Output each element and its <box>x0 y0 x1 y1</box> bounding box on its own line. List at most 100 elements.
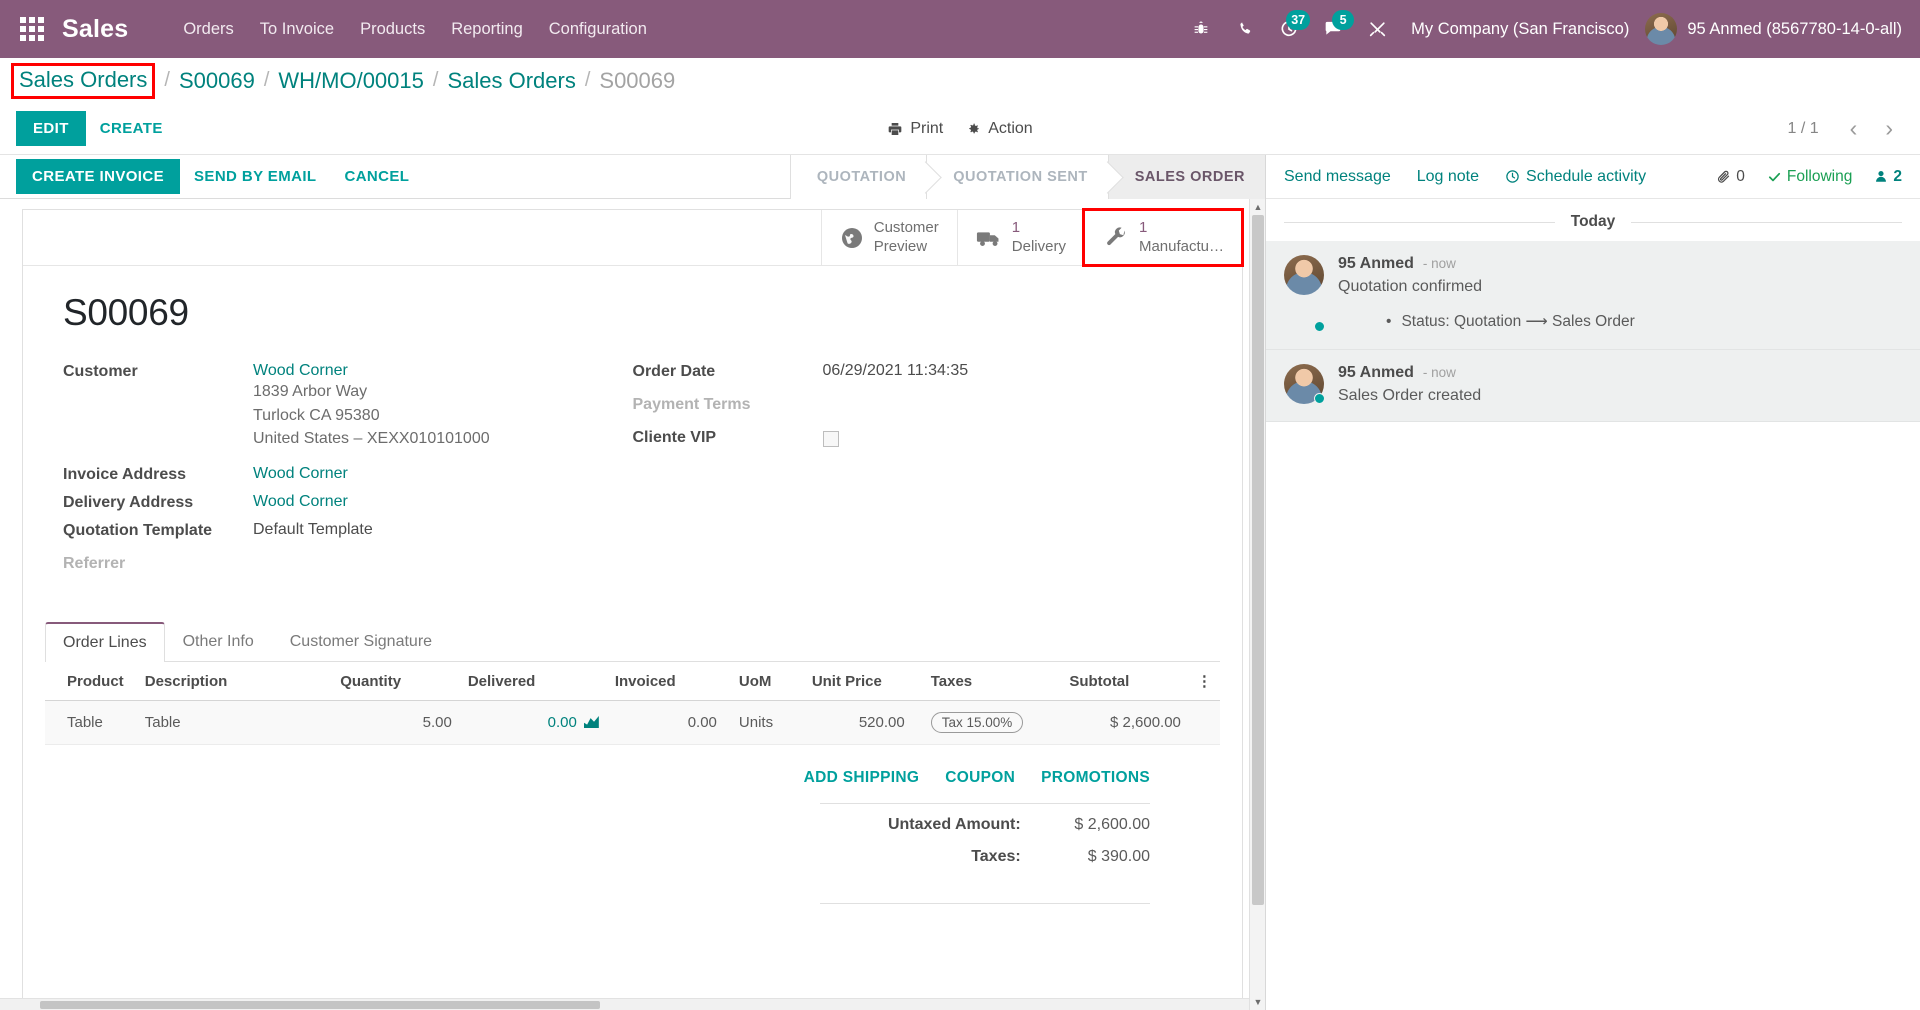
menu-to-invoice[interactable]: To Invoice <box>247 14 347 45</box>
field-value-quotation-template[interactable]: Default Template <box>253 521 373 539</box>
apps-grid-icon[interactable] <box>12 9 52 49</box>
create-button[interactable]: CREATE <box>86 111 177 146</box>
table-row[interactable]: Table Table 5.00 0.00 0.00 Units 520.00 <box>45 700 1220 746</box>
status-quotation-sent[interactable]: QUOTATION SENT <box>926 155 1108 199</box>
field-value-order-date[interactable]: 06/29/2021 11:34:35 <box>823 362 969 380</box>
cell-description[interactable]: Table <box>136 700 333 746</box>
column-options-icon[interactable]: ⋮ <box>1188 662 1220 702</box>
schedule-activity-button[interactable]: Schedule activity <box>1505 168 1646 186</box>
col-delivered[interactable]: Delivered <box>459 662 607 702</box>
user-menu[interactable]: 95 Anmed (8567780-14-0-all) <box>1645 13 1902 45</box>
add-shipping-button[interactable]: ADD SHIPPING <box>804 769 920 787</box>
horizontal-scrollbar-thumb[interactable] <box>40 1001 600 1009</box>
menu-reporting[interactable]: Reporting <box>438 14 536 45</box>
breadcrumb-item-wh-mo-00015[interactable]: WH/MO/00015 <box>278 68 424 94</box>
action-button[interactable]: Action <box>965 120 1033 138</box>
create-invoice-button[interactable]: CREATE INVOICE <box>16 159 181 194</box>
customer-link[interactable]: Wood Corner <box>253 362 348 379</box>
following-button[interactable]: Following <box>1767 168 1852 186</box>
field-delivery-address: Delivery Address Wood Corner <box>63 493 633 512</box>
scroll-down-icon[interactable]: ▼ <box>1250 994 1265 1010</box>
smart-button-value: 1 <box>1138 219 1148 237</box>
col-subtotal[interactable]: Subtotal <box>1061 662 1189 702</box>
attachment-count-button[interactable]: 0 <box>1716 168 1745 186</box>
smart-button-customer-preview[interactable]: Customer Preview <box>820 210 957 265</box>
smart-button-value: 1 <box>1011 219 1021 237</box>
col-product[interactable]: Product <box>45 662 137 702</box>
list-item: 95 Anmed - now Quotation confirmed • Stat… <box>1266 241 1920 350</box>
form-sheet-scroll: Customer Preview 1 Delivery 1 Manufactu…… <box>0 199 1265 1010</box>
cell-quantity[interactable]: 5.00 <box>332 700 460 746</box>
company-selector[interactable]: My Company (San Francisco) <box>1411 20 1629 39</box>
cell-taxes[interactable]: Tax 15.00% <box>912 700 1062 746</box>
cell-product[interactable]: Table <box>45 700 137 746</box>
message-timestamp: - now <box>1422 256 1456 271</box>
tab-other-info[interactable]: Other Info <box>165 622 272 662</box>
chatter-messages: Today 95 Anmed - now Quotation confirmed… <box>1266 199 1920 1010</box>
tab-customer-signature[interactable]: Customer Signature <box>272 622 450 662</box>
truck-icon <box>976 227 1002 249</box>
col-quantity[interactable]: Quantity <box>332 662 460 702</box>
smart-button-delivery[interactable]: 1 Delivery <box>956 210 1084 265</box>
cell-uom[interactable]: Units <box>724 700 804 746</box>
cliente-vip-checkbox[interactable] <box>822 431 839 447</box>
col-unit-price[interactable]: Unit Price <box>803 662 913 702</box>
pager-next-icon[interactable]: › <box>1874 115 1904 142</box>
breadcrumb-item-s00069-1[interactable]: S00069 <box>179 68 255 94</box>
horizontal-scrollbar[interactable] <box>0 998 1249 1010</box>
page-title: S00069 <box>63 292 189 333</box>
col-uom[interactable]: UoM <box>724 662 804 702</box>
breadcrumb-item-sales-orders[interactable]: Sales Orders <box>19 67 147 92</box>
message-tracking-value: • Status: Quotation ⟶ Sales Order <box>1338 312 1902 331</box>
col-description[interactable]: Description <box>136 662 333 702</box>
messages-icon[interactable]: 5 <box>1311 7 1355 51</box>
coupon-button[interactable]: COUPON <box>945 769 1015 787</box>
breadcrumb-item-sales-orders-2[interactable]: Sales Orders <box>447 68 575 94</box>
activity-clock-icon[interactable]: 37 <box>1267 7 1311 51</box>
vertical-scrollbar[interactable]: ▲ ▼ <box>1249 199 1265 1010</box>
field-referrer: Referrer <box>63 554 633 573</box>
scroll-up-icon[interactable]: ▲ <box>1250 199 1265 215</box>
send-message-button[interactable]: Send message <box>1284 168 1391 186</box>
vertical-scrollbar-thumb[interactable] <box>1252 215 1264 905</box>
statusbar-buttons: CREATE INVOICE SEND BY EMAIL CANCEL <box>16 159 423 194</box>
message-author[interactable]: 95 Anmed <box>1338 364 1414 382</box>
delivery-address-link[interactable]: Wood Corner <box>253 493 348 510</box>
followers-button[interactable]: 2 <box>1874 168 1902 186</box>
messages-badge: 5 <box>1332 10 1355 30</box>
field-value-invoice-address: Wood Corner <box>253 465 348 483</box>
pager-previous-icon[interactable]: ‹ <box>1839 115 1869 142</box>
send-by-email-button[interactable]: SEND BY EMAIL <box>180 159 330 194</box>
followers-count: 2 <box>1893 167 1902 185</box>
menu-orders[interactable]: Orders <box>170 14 246 45</box>
col-taxes[interactable]: Taxes <box>912 662 1062 702</box>
promotions-button[interactable]: PROMOTIONS <box>1041 769 1150 787</box>
col-invoiced[interactable]: Invoiced <box>606 662 725 702</box>
tools-icon[interactable] <box>1355 7 1399 51</box>
smart-button-manufacturing[interactable]: 1 Manufactu… <box>1081 208 1245 267</box>
menu-products[interactable]: Products <box>347 14 438 45</box>
cancel-button[interactable]: CANCEL <box>330 159 423 194</box>
cell-delivered[interactable]: 0.00 <box>459 700 607 746</box>
log-note-button[interactable]: Log note <box>1417 168 1479 186</box>
bug-icon[interactable] <box>1179 7 1223 51</box>
cell-invoiced[interactable]: 0.00 <box>606 700 725 746</box>
untaxed-amount-value: $ 2,600.00 <box>1040 803 1150 842</box>
status-quotation[interactable]: QUOTATION <box>789 155 927 199</box>
app-brand-sales[interactable]: Sales <box>62 15 128 44</box>
smart-button-label: Manufactu… <box>1138 237 1224 255</box>
status-sales-order[interactable]: SALES ORDER <box>1107 155 1265 199</box>
breadcrumb-separator: / <box>164 69 170 91</box>
field-invoice-address: Invoice Address Wood Corner <box>63 465 633 484</box>
print-button[interactable]: Print <box>887 120 943 138</box>
cell-unit-price[interactable]: 520.00 <box>803 700 913 746</box>
avatar <box>1645 13 1678 45</box>
invoice-address-link[interactable]: Wood Corner <box>253 465 348 482</box>
phone-icon[interactable] <box>1223 7 1267 51</box>
edit-button[interactable]: EDIT <box>16 111 86 146</box>
menu-configuration[interactable]: Configuration <box>536 14 660 45</box>
tab-order-lines[interactable]: Order Lines <box>45 622 165 663</box>
message-author[interactable]: 95 Anmed <box>1338 255 1414 273</box>
message-body: 95 Anmed - now Sales Order created <box>1338 364 1902 405</box>
clock-icon <box>1505 169 1520 184</box>
